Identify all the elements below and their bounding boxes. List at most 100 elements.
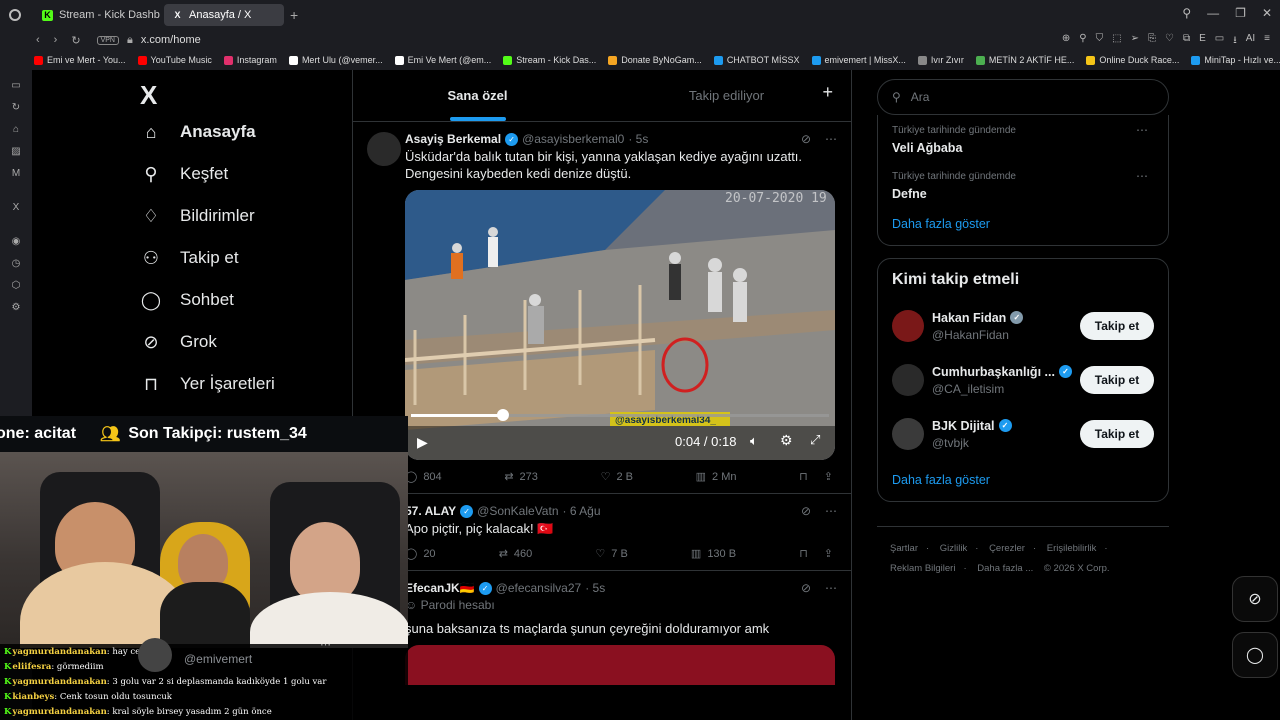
bookmark-item[interactable]: CHATBOT MİSSX xyxy=(713,55,800,65)
extensions-icon[interactable]: ⧉ xyxy=(1183,33,1190,50)
nav-follow[interactable]: ⚇ Takip et xyxy=(132,237,342,279)
share-icon[interactable]: ⇪ xyxy=(824,470,833,483)
follow-button[interactable]: Takip et xyxy=(1080,420,1154,448)
footer-more[interactable]: Daha fazla ... xyxy=(977,563,1033,574)
follow-suggestion[interactable]: BJK Dijital ✓ @tvbjk Takip et xyxy=(892,407,1154,461)
post[interactable]: EfecanJK🇩🇪 ✓ @efecansilva27 · 5s ⊘ ⋯ ☺ P… xyxy=(353,571,851,685)
sidebar-history-icon[interactable]: ↻ xyxy=(12,102,20,113)
video-progress-handle[interactable] xyxy=(496,409,509,421)
sidebar-player-icon[interactable]: ◉ xyxy=(12,236,21,247)
snapshot-icon[interactable]: ⬚ xyxy=(1112,33,1121,50)
repost-button[interactable]: ⇄ 273 xyxy=(504,470,538,484)
avatar[interactable] xyxy=(367,132,401,166)
footer-cookies[interactable]: Çerezler xyxy=(989,543,1025,554)
nav-chat[interactable]: ◯ Sohbet xyxy=(132,279,342,321)
vpn-badge[interactable]: VPN xyxy=(96,35,119,45)
menu-icon[interactable]: ≡ xyxy=(1264,33,1270,50)
play-icon[interactable]: ▶ xyxy=(417,434,428,451)
sidebar-home-icon[interactable]: ▭ xyxy=(11,80,20,91)
views-button[interactable]: ▥ 130 B xyxy=(691,547,736,561)
maximize-icon[interactable]: ❐ xyxy=(1235,6,1246,20)
bookmark-item[interactable]: Mert Ulu (@vemer... xyxy=(288,55,383,65)
add-tab-icon[interactable]: + xyxy=(822,82,833,103)
pin-icon[interactable]: ⚲ xyxy=(1079,33,1086,50)
search-box[interactable]: ⚲ Ara xyxy=(877,79,1169,115)
nav-notifications[interactable]: ♢ Bildirimler xyxy=(132,195,342,237)
more-icon[interactable]: ⋯ xyxy=(825,581,837,595)
sidebar-workspaces-icon[interactable]: ▨ xyxy=(11,146,20,157)
trend-item[interactable]: Türkiye tarihinde gündemde Defne ⋯ xyxy=(892,161,1154,207)
footer-privacy[interactable]: Gizlilik xyxy=(940,543,967,554)
profile-icon[interactable]: E xyxy=(1199,33,1206,50)
sidebar-settings-icon[interactable]: ⚙ xyxy=(12,302,21,313)
grok-fab-button[interactable]: ⊘ xyxy=(1232,576,1278,622)
opera-logo-icon[interactable] xyxy=(0,0,30,30)
flow-icon[interactable]: ➢ xyxy=(1131,33,1139,50)
settings-icon[interactable]: ⚙ xyxy=(780,432,793,449)
bookmark-item[interactable]: Ivır Zıvır xyxy=(917,55,964,65)
avatar[interactable] xyxy=(892,364,924,396)
bookmark-item[interactable]: Emi Ve Mert (@em... xyxy=(394,55,491,65)
sidebar-messenger-icon[interactable]: M xyxy=(12,168,20,179)
like-button[interactable]: ♡ 2 B xyxy=(601,470,633,484)
footer-ads-info[interactable]: Reklam Bilgileri xyxy=(890,563,955,574)
tab-x-home[interactable]: X Anasayfa / X xyxy=(164,4,284,26)
tab-kick-dashboard[interactable]: K Stream - Kick Dashboard xyxy=(34,4,160,26)
grok-analyze-icon[interactable]: ⊘ xyxy=(801,504,811,518)
bookmark-item[interactable]: MiniTap - Hızlı ve... xyxy=(1191,55,1280,65)
post-author-name[interactable]: 57. ALAY xyxy=(405,504,456,518)
post[interactable]: Asayiş Berkemal ✓ @asayisberkemal0 · 5s … xyxy=(353,122,851,494)
back-icon[interactable]: ‹ xyxy=(36,34,40,47)
bookmark-item[interactable]: emivemert | MissX... xyxy=(811,55,906,65)
post-author-name[interactable]: EfecanJK🇩🇪 xyxy=(405,581,475,595)
post-time[interactable]: · 5s xyxy=(585,581,605,595)
bookmark-item[interactable]: Donate ByNoGam... xyxy=(608,55,702,65)
grok-analyze-icon[interactable]: ⊘ xyxy=(801,581,811,595)
sidebar-x-icon[interactable]: X xyxy=(13,202,20,213)
bookmark-item[interactable]: Stream - Kick Das... xyxy=(503,55,596,65)
reply-button[interactable]: ◯ 20 xyxy=(405,547,436,561)
bookmark-icon[interactable]: ⊓ xyxy=(799,547,808,560)
fullscreen-icon[interactable]: ⤢ xyxy=(810,432,820,448)
messages-fab-button[interactable]: ◯ xyxy=(1232,632,1278,678)
tab-for-you[interactable]: Sana özel xyxy=(353,70,602,121)
post[interactable]: 57. ALAY ✓ @SonKaleVatn · 6 Ağu ⊘ ⋯ Apo … xyxy=(353,494,851,571)
more-icon[interactable]: ⋯ xyxy=(1136,123,1148,137)
bookmark-item[interactable]: Instagram xyxy=(223,55,277,65)
forward-icon[interactable]: › xyxy=(54,34,58,47)
more-icon[interactable]: ⋯ xyxy=(825,504,837,518)
post-time[interactable]: · 5s xyxy=(628,132,648,146)
minimize-icon[interactable]: — xyxy=(1207,6,1219,20)
post-handle[interactable]: @SonKaleVatn xyxy=(477,504,558,518)
bookmark-icon[interactable]: ⊓ xyxy=(799,470,808,483)
aria-ai-icon[interactable]: AI xyxy=(1246,33,1255,50)
follow-suggestion[interactable]: Cumhurbaşkanlığı ... ✓ @CA_iletisim Takip… xyxy=(892,353,1154,407)
footer-accessibility[interactable]: Erişilebilirlik xyxy=(1047,543,1097,554)
follow-suggestion[interactable]: Hakan Fidan ✓ @HakanFidan Takip et xyxy=(892,299,1154,353)
zoom-icon[interactable]: ⊕ xyxy=(1062,33,1070,50)
volume-icon[interactable]: 🔈︎ xyxy=(750,433,758,449)
sidebar-clock-icon[interactable]: ◷ xyxy=(12,258,21,269)
more-icon[interactable]: ⋯ xyxy=(1136,169,1148,183)
footer-terms[interactable]: Şartlar xyxy=(890,543,918,554)
post-handle[interactable]: @asayisberkemal0 xyxy=(522,132,624,146)
share-icon[interactable]: ⇪ xyxy=(824,547,833,560)
sidebar-extensions-icon[interactable]: ⬡ xyxy=(12,280,21,291)
bookmark-page-icon[interactable]: ⎘ xyxy=(1148,33,1156,50)
sidebar-wallet-icon[interactable]: ⌂ xyxy=(13,124,19,135)
search-tabs-icon[interactable]: ⚲ xyxy=(1182,6,1191,20)
show-more-link[interactable]: Daha fazla göster xyxy=(892,207,1154,245)
shield-icon[interactable]: ⛉ xyxy=(1096,33,1104,50)
post-time[interactable]: · 6 Ağu xyxy=(563,504,601,518)
tab-following[interactable]: Takip ediliyor xyxy=(602,70,851,121)
nav-explore[interactable]: ⚲ Keşfet xyxy=(132,153,342,195)
nav-grok[interactable]: ⊘ Grok xyxy=(132,321,342,363)
close-icon[interactable]: ✕ xyxy=(1262,6,1272,20)
heart-icon[interactable]: ♡ xyxy=(1165,33,1174,50)
url-field[interactable]: x.com/home xyxy=(141,34,201,46)
follow-button[interactable]: Takip et xyxy=(1080,312,1154,340)
bookmark-item[interactable]: Online Duck Race... xyxy=(1086,55,1179,65)
follow-button[interactable]: Takip et xyxy=(1080,366,1154,394)
bookmark-item[interactable]: YouTube Music xyxy=(137,55,212,65)
views-button[interactable]: ▥ 2 Mn xyxy=(696,470,737,484)
